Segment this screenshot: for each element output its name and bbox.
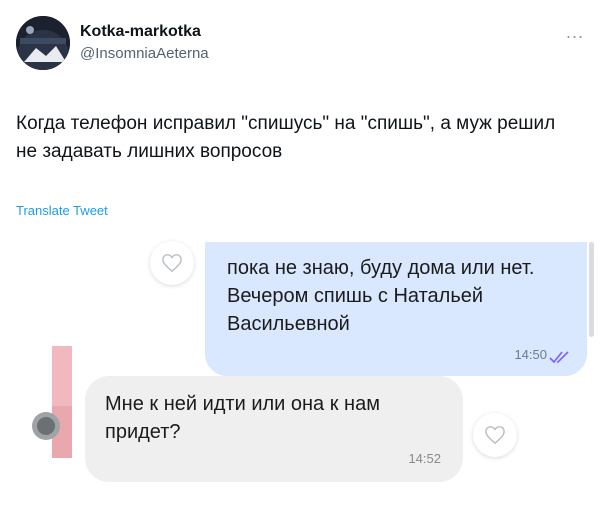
chat-screenshot: пока не знаю, буду дома или нет. Вечером… bbox=[0, 228, 600, 520]
author-display-name[interactable]: Kotka-markotka bbox=[80, 22, 209, 42]
outgoing-message-time: 14:50 bbox=[514, 347, 547, 362]
incoming-message-text: Мне к ней идти или она к нам придет? bbox=[105, 393, 380, 443]
reaction-button-outgoing[interactable] bbox=[150, 241, 194, 285]
tweet-header: Kotka-markotka @InsomniaAeterna ... bbox=[16, 16, 584, 76]
chat-scrollbar[interactable] bbox=[589, 242, 594, 337]
outgoing-message-bubble[interactable]: пока не знаю, буду дома или нет. Вечером… bbox=[205, 242, 587, 376]
incoming-message-bubble[interactable]: Мне к ней идти или она к нам придет? 14:… bbox=[85, 376, 463, 482]
author-avatar[interactable] bbox=[16, 16, 70, 70]
incoming-message-time: 14:52 bbox=[408, 451, 441, 466]
tweet-text: Когда телефон исправил "спишусь" на "спи… bbox=[16, 113, 556, 162]
author-handle[interactable]: @InsomniaAeterna bbox=[80, 44, 209, 64]
double-check-icon bbox=[549, 351, 569, 364]
more-options-icon[interactable]: ... bbox=[566, 22, 584, 43]
heart-icon bbox=[485, 426, 505, 445]
translate-tweet-link[interactable]: Translate Tweet bbox=[16, 203, 108, 218]
outgoing-message-text: пока не знаю, буду дома или нет. Вечером… bbox=[227, 257, 535, 335]
heart-icon bbox=[162, 254, 182, 273]
reaction-button-incoming[interactable] bbox=[473, 413, 517, 457]
sender-avatar[interactable] bbox=[30, 346, 78, 458]
